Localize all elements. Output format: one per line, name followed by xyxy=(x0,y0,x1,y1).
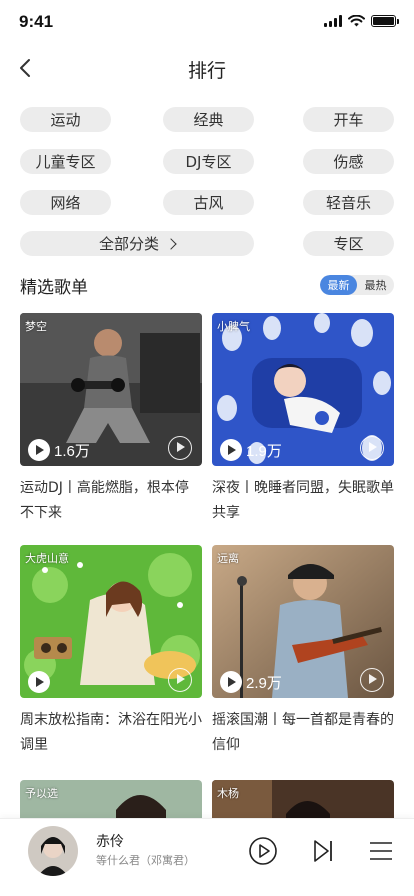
category-chip[interactable]: 运动 xyxy=(20,107,111,132)
category-chip[interactable]: DJ专区 xyxy=(163,149,254,174)
playlist-tag: 小脾气 xyxy=(217,320,250,333)
playlist-cover: 小脾气 1.9万 xyxy=(212,313,394,466)
play-count: 1.9万 xyxy=(220,439,282,461)
playlist-card[interactable]: 大虎山意 周末放松指南：沐浴在阳光小调里 xyxy=(20,545,202,758)
play-count xyxy=(28,671,54,693)
play-count: 1.6万 xyxy=(28,439,90,461)
playlist-cover: 远离 2.9万 xyxy=(212,545,394,698)
play-count-icon xyxy=(220,671,242,693)
playlist-card[interactable]: 小脾气 1.9万 深夜丨晚睡者同盟，失眠歌单共享 xyxy=(212,313,394,526)
category-chip[interactable]: 经典 xyxy=(163,107,254,132)
play-icon[interactable] xyxy=(360,668,384,692)
wifi-icon xyxy=(348,15,365,27)
nav-bar: 排行 xyxy=(0,44,414,92)
sort-toggle: 最新 最热 xyxy=(320,275,394,295)
play-count: 2.9万 xyxy=(220,671,282,693)
category-chip[interactable]: 古风 xyxy=(163,190,254,215)
playlist-tag: 大虎山意 xyxy=(25,552,69,565)
cellular-signal-icon xyxy=(324,15,342,27)
play-icon[interactable] xyxy=(248,836,278,866)
playlist-cover: 大虎山意 xyxy=(20,545,202,698)
play-icon[interactable] xyxy=(360,436,384,460)
album-avatar[interactable] xyxy=(28,826,78,876)
playlist-cover: 梦空 1.6万 xyxy=(20,313,202,466)
sort-newest-tab[interactable]: 最新 xyxy=(320,275,357,295)
song-artist: 等什么君（邓寓君） xyxy=(96,854,195,867)
play-count-icon xyxy=(28,439,50,461)
page-title: 排行 xyxy=(187,60,226,82)
play-count-icon xyxy=(28,671,50,693)
mini-player[interactable]: 赤伶 等什么君（邓寓君） xyxy=(0,818,414,896)
playlist-menu-icon[interactable] xyxy=(366,836,396,866)
playlist-title: 运动DJ丨高能燃脂，根本停不下来 xyxy=(20,480,189,521)
play-icon[interactable] xyxy=(168,668,192,692)
category-chip[interactable]: 儿童专区 xyxy=(20,149,111,174)
song-title: 赤伶 xyxy=(96,834,124,850)
playlist-card[interactable]: 远离 2.9万 摇滚国潮丨每一首都是青春的信仰 xyxy=(212,545,394,758)
playlist-tag: 予以选 xyxy=(25,787,58,800)
playlist-tag: 木杨 xyxy=(217,787,239,800)
status-icons xyxy=(324,15,399,27)
category-chip[interactable]: 轻音乐 xyxy=(303,190,394,215)
playlist-title: 摇滚国潮丨每一首都是青春的信仰 xyxy=(212,712,394,753)
playlist-tag: 梦空 xyxy=(25,320,47,333)
category-chip[interactable]: 专区 xyxy=(303,231,394,256)
category-chip[interactable]: 网络 xyxy=(20,190,111,215)
battery-icon xyxy=(371,15,399,27)
playlist-title: 周末放松指南：沐浴在阳光小调里 xyxy=(20,712,202,753)
status-time: 9:41 xyxy=(19,12,54,31)
playlist-tag: 远离 xyxy=(217,552,239,565)
play-icon[interactable] xyxy=(168,436,192,460)
status-bar: 9:41 xyxy=(0,0,414,44)
section-title: 精选歌单 xyxy=(20,278,88,298)
chevron-right-icon xyxy=(165,237,177,250)
next-track-icon[interactable] xyxy=(308,836,338,866)
playlist-title: 深夜丨晚睡者同盟，失眠歌单共享 xyxy=(212,480,394,521)
category-chip[interactable]: 伤感 xyxy=(303,149,394,174)
all-categories-button[interactable]: 全部分类 xyxy=(20,231,254,256)
sort-hottest-tab[interactable]: 最热 xyxy=(357,275,394,295)
category-chip[interactable]: 开车 xyxy=(303,107,394,132)
play-count-icon xyxy=(220,439,242,461)
playlist-card[interactable]: 梦空 1.6万 运动DJ丨高能燃脂，根本停不下来 xyxy=(20,313,202,526)
